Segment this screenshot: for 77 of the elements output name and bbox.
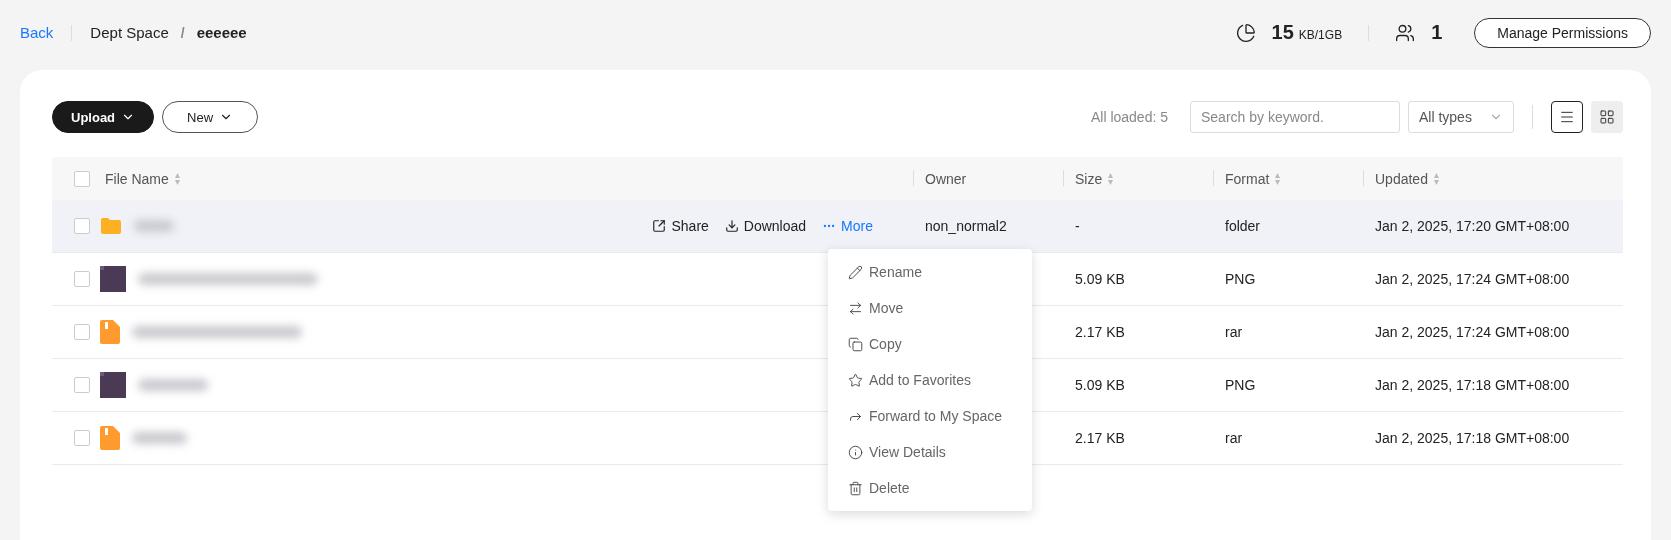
storage-unit: KB/1GB	[1298, 28, 1343, 42]
archive-file-icon	[100, 426, 120, 450]
row-checkbox[interactable]	[74, 377, 90, 393]
menu-item[interactable]: Rename	[828, 254, 1032, 290]
menu-item[interactable]: Copy	[828, 326, 1032, 362]
table-cell-text: 2.17 KB	[1074, 324, 1126, 340]
menu-item[interactable]: Add to Favorites	[828, 362, 1032, 398]
table-cell-text: Jan 2, 2025, 17:24 GMT+08:00	[1374, 271, 1571, 287]
column-header[interactable]: Owner	[925, 170, 967, 187]
column-header[interactable]: Size	[1075, 170, 1103, 187]
table-cell-text: 2.17 KB	[1074, 430, 1126, 446]
arrows-icon	[848, 300, 863, 316]
sort-icon[interactable]	[1107, 171, 1115, 186]
table-cell-text: -	[1074, 218, 1081, 234]
menu-item[interactable]: Forward to My Space	[828, 398, 1032, 434]
menu-item[interactable]: Delete	[828, 470, 1032, 506]
member-count: 1	[1431, 21, 1443, 44]
new-button[interactable]: New	[162, 101, 259, 133]
column-header[interactable]: Updated	[1375, 170, 1428, 187]
table-cell-text: rar	[1224, 430, 1244, 446]
pencil-icon	[848, 264, 863, 280]
copy-icon	[848, 336, 863, 352]
menu-item[interactable]: Move	[828, 290, 1032, 326]
table-cell-text: Jan 2, 2025, 17:24 GMT+08:00	[1374, 324, 1571, 340]
breadcrumb-item: eeeeee	[196, 24, 247, 41]
table-cell-text: Jan 2, 2025, 17:18 GMT+08:00	[1374, 377, 1571, 393]
sort-icon[interactable]	[173, 171, 181, 186]
archive-file-icon	[100, 320, 120, 344]
share-button[interactable]: Share	[652, 218, 709, 234]
row-checkbox[interactable]	[74, 271, 90, 287]
blurred-file-name	[138, 379, 208, 391]
menu-item[interactable]: View Details	[828, 434, 1032, 470]
download-button[interactable]: Download	[724, 218, 807, 234]
table-cell-text: Jan 2, 2025, 17:18 GMT+08:00	[1374, 430, 1571, 446]
type-filter-select[interactable]: All types	[1408, 101, 1514, 133]
table-cell-text: 5.09 KB	[1074, 271, 1126, 287]
breadcrumb-item[interactable]: Dept Space	[90, 24, 169, 41]
image-thumbnail-icon	[100, 372, 126, 398]
storage-icon	[1235, 22, 1256, 43]
table-cell-text: 5.09 KB	[1074, 377, 1126, 393]
more-button[interactable]: More	[822, 218, 873, 234]
table-cell-text: PNG	[1224, 271, 1257, 287]
table-cell-text: PNG	[1224, 377, 1257, 393]
table-row[interactable]: Share Download More non_normal2 - folder Jan 2, 2025, 17:20 GMT+08:00	[52, 200, 1623, 253]
grid-view-button[interactable]	[1591, 101, 1623, 133]
select-all-checkbox[interactable]	[74, 170, 90, 187]
upload-button[interactable]: Upload	[52, 101, 155, 133]
trash-icon	[848, 480, 863, 496]
list-icon	[1559, 109, 1575, 125]
search-field[interactable]: Search by keyword.	[1190, 101, 1400, 133]
table-cell-text: Jan 2, 2025, 17:20 GMT+08:00	[1374, 218, 1571, 234]
table-cell-text: rar	[1224, 324, 1244, 340]
sort-icon[interactable]	[1274, 171, 1282, 186]
column-header[interactable]: File Name	[105, 170, 169, 187]
info-icon	[848, 444, 863, 460]
blurred-file-name	[134, 220, 174, 232]
blurred-file-name	[132, 432, 187, 444]
members-icon	[1395, 22, 1416, 43]
manage-permissions-button[interactable]: Manage Permissions	[1474, 17, 1651, 48]
table-cell-text: non_normal2	[924, 218, 1008, 234]
row-checkbox[interactable]	[74, 324, 90, 340]
list-view-button[interactable]	[1551, 101, 1583, 133]
image-thumbnail-icon	[100, 266, 126, 292]
star-icon	[848, 372, 863, 388]
loaded-count: All loaded: 5	[1090, 109, 1168, 125]
sort-icon[interactable]	[1432, 171, 1440, 186]
folder-icon	[100, 217, 122, 235]
share-icon	[652, 219, 667, 233]
breadcrumb-separator: /	[180, 24, 185, 41]
grid-icon	[1599, 109, 1615, 125]
download-icon	[724, 219, 739, 233]
row-checkbox[interactable]	[74, 430, 90, 446]
column-header[interactable]: Format	[1225, 170, 1270, 187]
table-cell-text: folder	[1224, 218, 1262, 234]
row-checkbox[interactable]	[74, 218, 90, 234]
storage-used: 15	[1271, 21, 1294, 44]
back-link[interactable]: Back	[20, 24, 54, 41]
